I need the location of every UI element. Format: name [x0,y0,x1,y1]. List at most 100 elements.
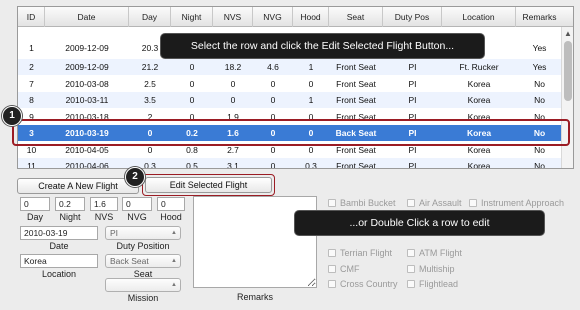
nvs-field[interactable] [90,197,118,211]
multiship-label: Multiship [419,264,455,274]
atm-flight-label: ATM Flight [419,248,462,258]
cell-duty: PI [408,95,417,105]
table-row[interactable]: 11 2010-04-06 0.3 0.5 3.1 0 0.3 Front Seat PI Kor… [18,158,563,169]
edit-hint-callout: Select the row and click the Edit Select… [160,33,485,59]
air-assault-label: Air Assault [419,198,462,208]
cell-remarks: Yes [532,43,547,53]
cross-country-label: Cross Country [340,279,398,289]
mission-label: Mission [127,293,159,303]
cell-night: 0 [189,62,195,72]
cell-night: 0 [189,95,195,105]
cmf-label: CMF [340,264,360,274]
column-header-seat[interactable]: Seat [329,7,383,27]
cell-seat: Front Seat [336,79,376,89]
cell-date: 2009-12-09 [65,62,109,72]
flightlead-checkbox[interactable]: Flightlead [407,279,458,289]
terrain-flight-label: Terrian Flight [340,248,393,258]
instrument-approach-checkbox[interactable]: Instrument Approach [469,198,564,208]
flightlead-label: Flightlead [419,279,459,289]
cell-day: 3.5 [144,95,156,105]
cell-nvs: 0 [230,79,236,89]
cell-day: 2.5 [144,79,156,89]
cross-country-checkbox[interactable]: Cross Country [328,279,398,289]
cell-hood: 0.3 [305,161,317,169]
cell-remarks: No [534,161,545,169]
step-2-badge: 2 [125,167,145,187]
cmf-checkbox[interactable]: CMF [328,264,360,274]
cell-remarks: Yes [532,62,547,72]
cell-seat: Front Seat [336,161,376,169]
column-header-nvs[interactable]: NVS [213,7,253,27]
bambi-bucket-label: Bambi Bucket [340,198,396,208]
location-field[interactable] [20,254,98,268]
nvg-field[interactable] [122,197,152,211]
scroll-up-arrow-icon[interactable]: ▲ [563,29,573,39]
instrument-approach-label: Instrument Approach [481,198,565,208]
column-header-id[interactable]: ID [18,7,45,27]
edit-button-highlight [142,174,275,196]
terrain-flight-checkbox[interactable]: Terrian Flight [328,248,392,258]
column-header-night[interactable]: Night [171,7,213,27]
table-row[interactable]: 2 2009-12-09 21.2 0 18.2 4.6 1 Front Seat PI Ft. … [18,59,563,75]
column-header-hood[interactable]: Hood [293,7,329,27]
cell-id: 2 [29,62,34,72]
duty-position-select[interactable]: PI ▲ [105,226,181,240]
checkbox-icon [328,280,336,288]
cell-id: 11 [27,161,36,169]
cell-nvg: 0 [270,79,276,89]
create-new-flight-button[interactable]: Create A New Flight [17,178,139,194]
cell-location: Korea [467,161,491,169]
bambi-bucket-checkbox[interactable]: Bambi Bucket [328,198,396,208]
select-arrows-icon: ▲ [171,282,177,288]
cell-seat: Front Seat [336,62,376,72]
column-header-day[interactable]: Day [129,7,171,27]
table-row[interactable]: 7 2010-03-08 2.5 0 0 0 0 Front Seat PI Korea No [18,76,563,92]
cell-nvg: 0 [270,161,276,169]
checkbox-icon [407,280,415,288]
cell-id: 1 [29,43,34,53]
cell-nvg: 0 [270,95,276,105]
checkbox-icon [469,199,477,207]
cell-id: 7 [29,79,34,89]
checkbox-icon [407,265,415,273]
mission-select[interactable]: ▲ [105,278,181,292]
seat-select[interactable]: Back Seat ▲ [105,254,181,268]
duty-position-value: PI [110,228,119,238]
cell-nvs: 3.1 [227,161,239,169]
cell-location: Korea [467,95,491,105]
cell-duty: PI [408,161,417,169]
column-header-nvg[interactable]: NVG [253,7,293,27]
checkbox-icon [328,249,336,257]
multiship-checkbox[interactable]: Multiship [407,264,455,274]
cell-hood: 1 [308,95,314,105]
day-label: Day [26,212,43,222]
cell-id: 8 [29,95,34,105]
checkbox-icon [328,199,336,207]
date-field[interactable] [20,226,98,240]
air-assault-checkbox[interactable]: Air Assault [407,198,462,208]
cell-nvs: 18.2 [224,62,242,72]
cell-date: 2010-03-08 [65,79,109,89]
day-field[interactable] [20,197,50,211]
night-field[interactable] [55,197,85,211]
cell-night: 0 [189,79,195,89]
seat-value: Back Seat [110,256,149,266]
step-1-badge: 1 [2,106,22,126]
cell-hood: 1 [308,62,314,72]
select-arrows-icon: ▲ [171,230,177,236]
cell-date: 2010-04-06 [65,161,109,169]
column-header-date[interactable]: Date [45,7,129,27]
hood-field[interactable] [157,197,185,211]
column-header-remarks[interactable]: Remarks [516,7,563,27]
cell-hood: 0 [308,79,314,89]
table-row[interactable]: 8 2010-03-11 3.5 0 0 0 1 Front Seat PI Korea No [18,92,563,108]
atm-flight-checkbox[interactable]: ATM Flight [407,248,462,258]
nvs-label: NVS [94,212,114,222]
column-header-duty-pos[interactable]: Duty Pos [383,7,442,27]
checkbox-icon [407,199,415,207]
nvg-label: NVG [127,212,147,222]
cell-day: 21.2 [141,62,159,72]
scroll-thumb[interactable] [564,41,572,101]
column-header-location[interactable]: Location [442,7,516,27]
vertical-scrollbar[interactable]: ▲ [561,27,573,168]
